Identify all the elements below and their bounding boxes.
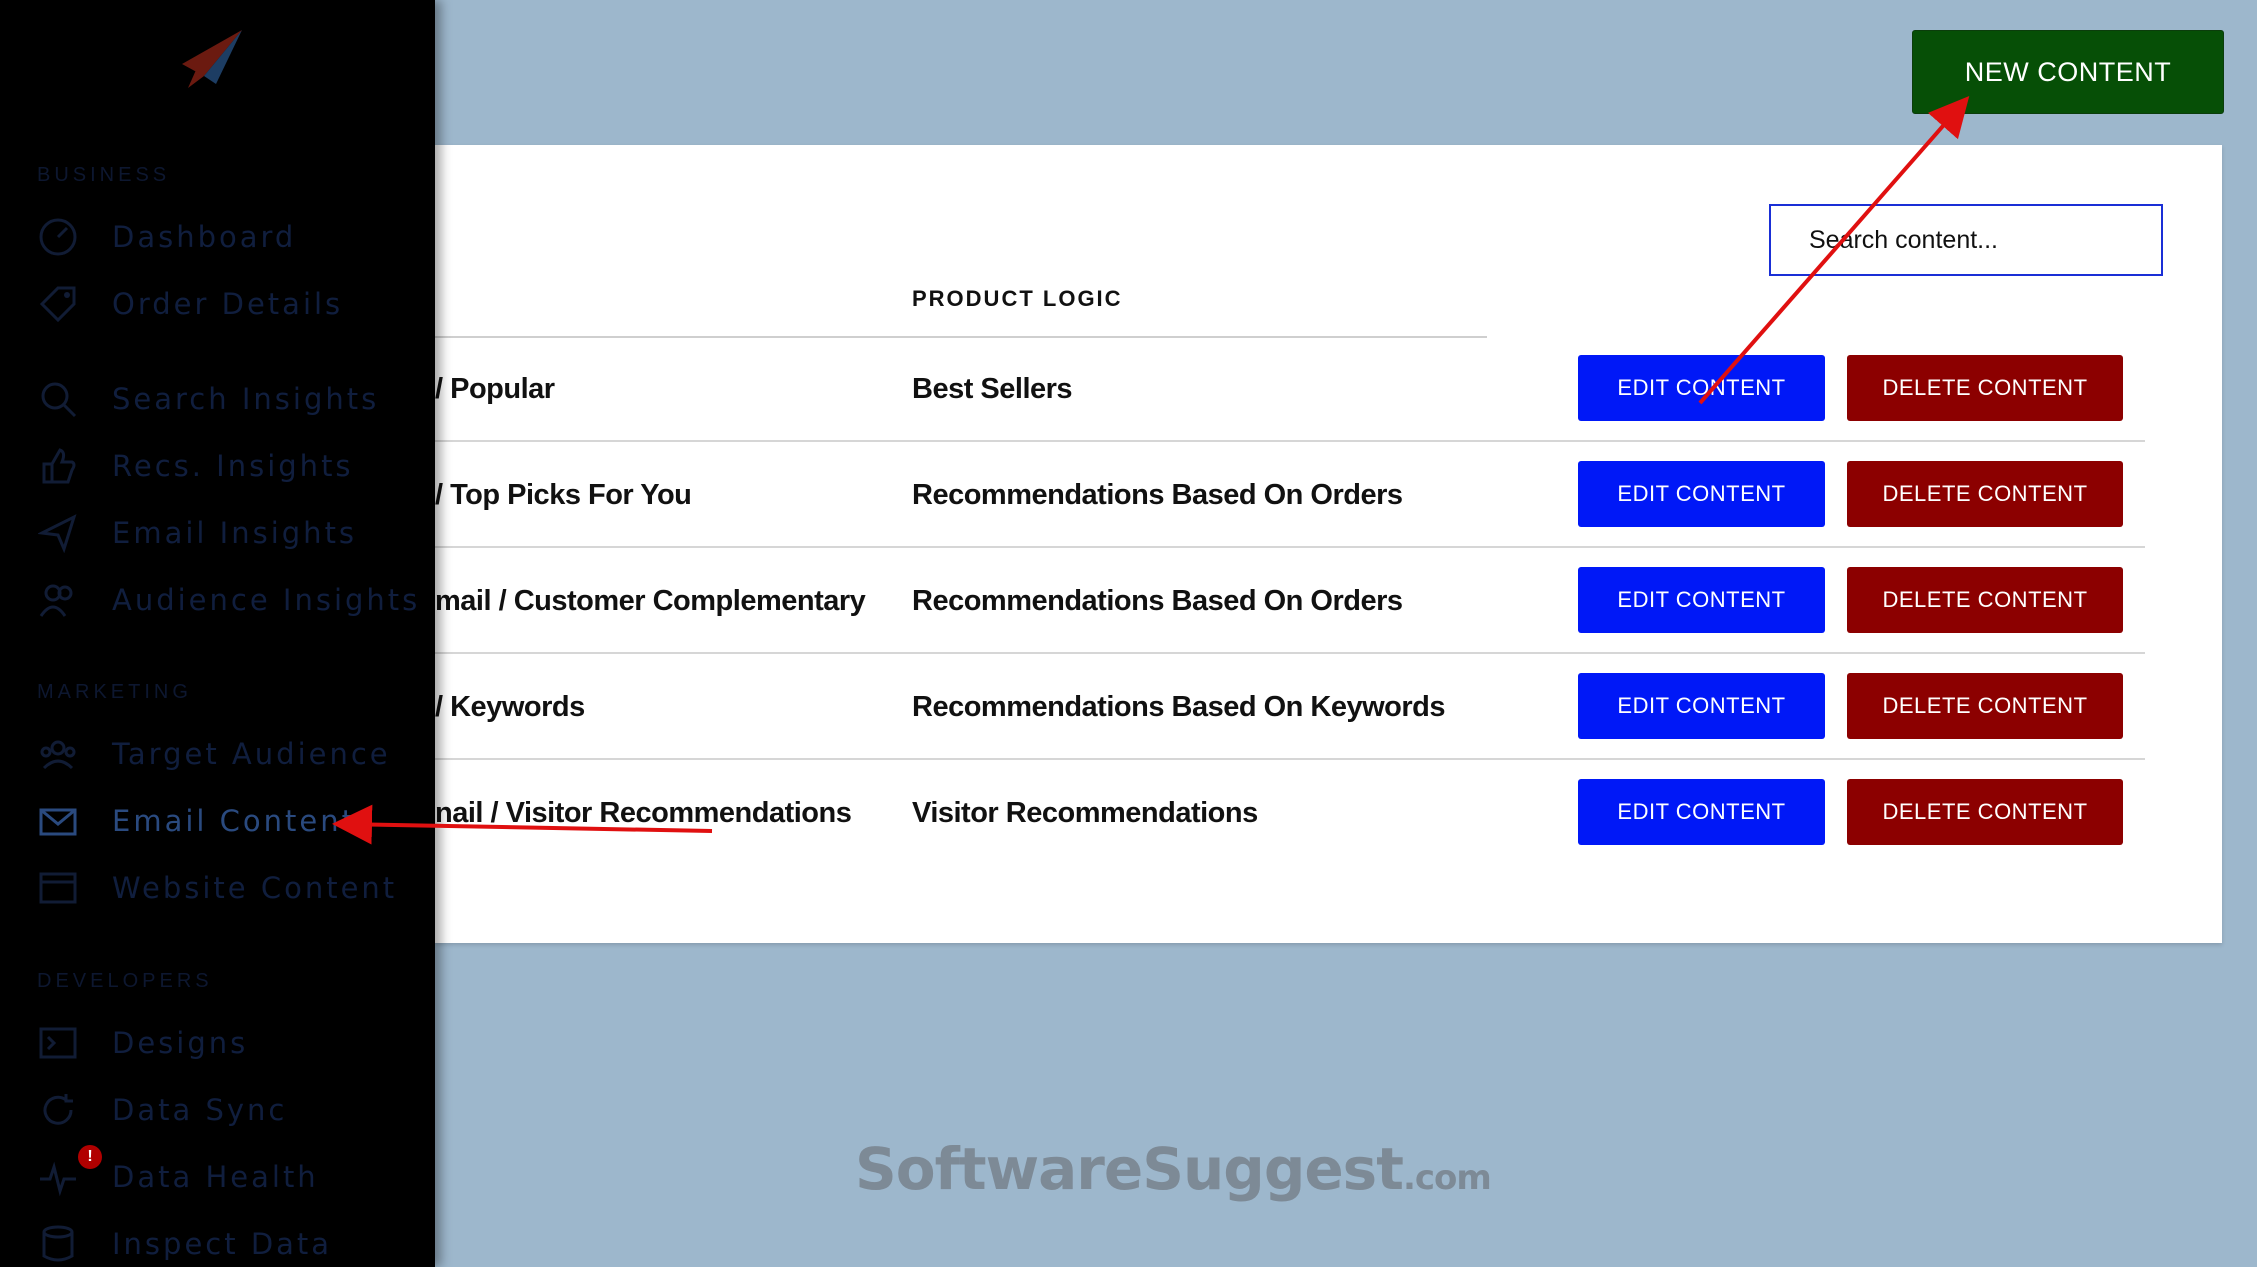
dashboard-gauge-icon: [36, 217, 80, 257]
watermark: SoftwareSuggest.com: [855, 1135, 1492, 1203]
nav-recs-insights[interactable]: Recs. Insights: [36, 442, 354, 490]
pulse-icon: !: [36, 1145, 102, 1197]
nav-label: Data Sync: [112, 1093, 288, 1127]
row-product-logic: Recommendations Based On Orders: [912, 584, 1403, 617]
nav-order-details[interactable]: Order Details: [36, 280, 343, 328]
table-row: / Popular Best Sellers EDIT CONTENT DELE…: [435, 336, 2145, 442]
audience-icon: [36, 734, 80, 774]
nav-email-insights[interactable]: Email Insights: [36, 509, 357, 557]
row-name: / Top Picks For You: [435, 478, 692, 511]
nav-target-audience[interactable]: Target Audience: [36, 730, 391, 778]
row-name: nail / Visitor Recommendations: [435, 796, 852, 829]
row-name: mail / Customer Complementary: [435, 584, 866, 617]
nav-designs[interactable]: Designs: [36, 1019, 248, 1067]
table-row: / Keywords Recommendations Based On Keyw…: [435, 654, 2145, 760]
delete-content-button[interactable]: DELETE CONTENT: [1847, 567, 2123, 633]
row-product-logic: Recommendations Based On Keywords: [912, 690, 1446, 723]
nav-email-content[interactable]: Email Content: [36, 797, 356, 845]
section-label-business: BUSINESS: [37, 164, 171, 186]
watermark-suffix: .com: [1402, 1158, 1492, 1198]
edit-content-button[interactable]: EDIT CONTENT: [1578, 355, 1825, 421]
nav-label: Data Health: [112, 1160, 319, 1194]
search-input[interactable]: [1769, 204, 2163, 276]
edit-content-button[interactable]: EDIT CONTENT: [1578, 779, 1825, 845]
row-product-logic: Recommendations Based On Orders: [912, 478, 1403, 511]
edit-content-button[interactable]: EDIT CONTENT: [1578, 673, 1825, 739]
delete-content-button[interactable]: DELETE CONTENT: [1847, 355, 2123, 421]
terminal-icon: [36, 1023, 80, 1063]
nav-data-sync[interactable]: Data Sync: [36, 1086, 287, 1134]
nav-label: Target Audience: [112, 737, 391, 771]
table-row: / Top Picks For You Recommendations Base…: [435, 442, 2145, 548]
edit-content-button[interactable]: EDIT CONTENT: [1578, 567, 1825, 633]
nav-label: Order Details: [112, 287, 344, 321]
nav-website-content[interactable]: Website Content: [36, 864, 397, 912]
nav-label: Search Insights: [112, 382, 380, 416]
new-content-button[interactable]: NEW CONTENT: [1912, 30, 2224, 114]
thumbs-up-icon: [36, 446, 80, 486]
edit-content-button[interactable]: EDIT CONTENT: [1578, 461, 1825, 527]
row-name: / Popular: [435, 372, 555, 405]
sidebar: BUSINESS Dashboard Order Details Search …: [0, 0, 435, 1267]
nav-label: Recs. Insights: [112, 449, 354, 483]
table-row: mail / Customer Complementary Recommenda…: [435, 548, 2145, 654]
sync-icon: [36, 1090, 80, 1130]
users-icon: [36, 580, 80, 620]
nav-label: Dashboard: [112, 220, 297, 254]
nav-inspect-data[interactable]: Inspect Data: [36, 1220, 332, 1267]
watermark-main: SoftwareSuggest: [855, 1135, 1404, 1203]
paper-plane-icon: [36, 513, 80, 553]
section-label-developers: DEVELOPERS: [37, 970, 213, 992]
row-product-logic: Visitor Recommendations: [912, 796, 1258, 829]
browser-icon: [36, 868, 80, 908]
column-header-product-logic: PRODUCT LOGIC: [912, 286, 1123, 311]
nav-label: Inspect Data: [112, 1227, 333, 1261]
nav-label: Website Content: [112, 871, 398, 905]
nav-dashboard[interactable]: Dashboard: [36, 213, 296, 261]
database-icon: [36, 1224, 80, 1264]
row-product-logic: Best Sellers: [912, 372, 1073, 405]
nav-audience-insights[interactable]: Audience Insights: [36, 576, 420, 624]
section-label-marketing: MARKETING: [37, 681, 192, 703]
nav-label: Email Insights: [112, 516, 358, 550]
delete-content-button[interactable]: DELETE CONTENT: [1847, 779, 2123, 845]
delete-content-button[interactable]: DELETE CONTENT: [1847, 673, 2123, 739]
nav-data-health[interactable]: ! Data Health: [36, 1145, 319, 1201]
delete-content-button[interactable]: DELETE CONTENT: [1847, 461, 2123, 527]
logo-icon: [182, 30, 242, 88]
table-row: nail / Visitor Recommendations Visitor R…: [435, 760, 2145, 866]
nav-label: Audience Insights: [112, 583, 421, 617]
magnifier-icon: [36, 379, 80, 419]
envelope-icon: [36, 801, 80, 841]
nav-label: Designs: [112, 1026, 249, 1060]
nav-label: Email Content: [112, 804, 357, 838]
row-name: / Keywords: [435, 690, 585, 723]
alert-badge: !: [78, 1145, 102, 1169]
nav-search-insights[interactable]: Search Insights: [36, 375, 379, 423]
tag-icon: [36, 284, 80, 324]
